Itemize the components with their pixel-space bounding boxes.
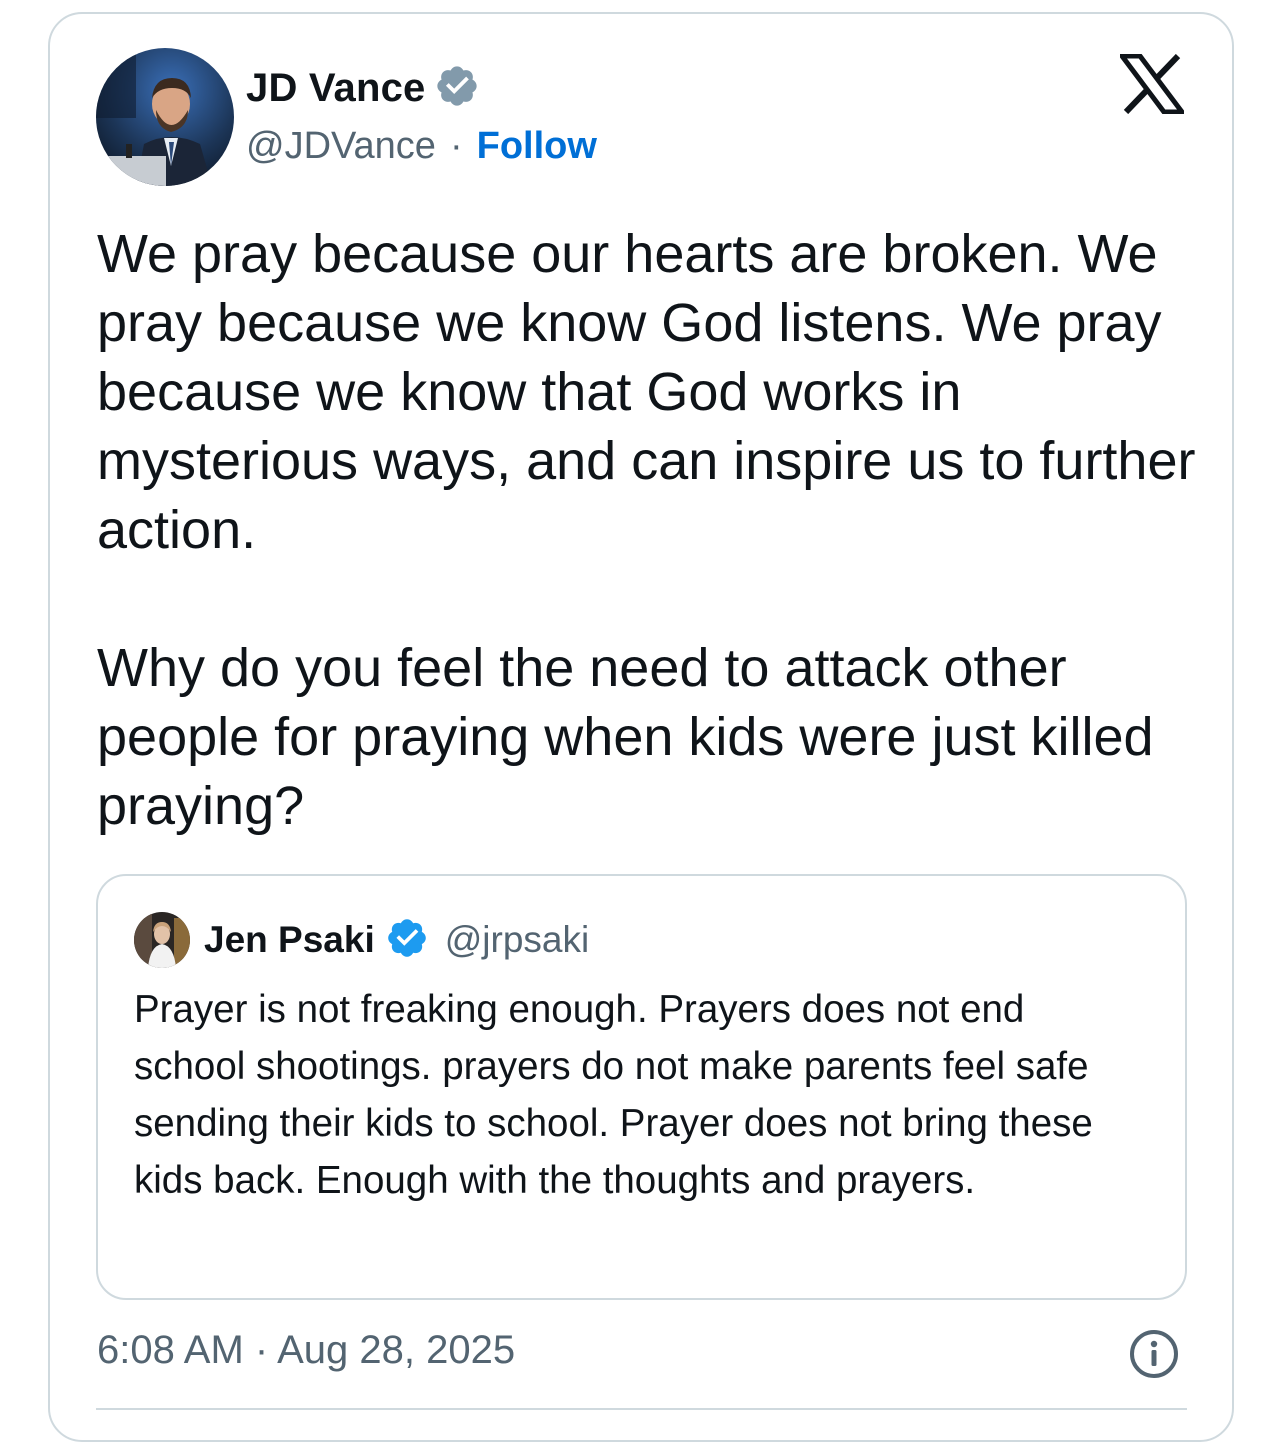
follow-button[interactable]: Follow [477,125,597,168]
verified-badge-icon [434,63,480,114]
quoted-author-handle: @jrpsaki [444,919,590,960]
author-handle-row: @JDVance · Follow [246,122,597,170]
x-logo-icon[interactable] [1117,53,1187,115]
info-icon[interactable] [1128,1328,1180,1380]
quoted-tweet[interactable]: Jen Psaki @jrpsaki Prayer is not freakin… [96,874,1187,1300]
separator-dot: · [449,124,463,167]
tweet-text: We pray because our hearts are broken. W… [97,224,1196,836]
quoted-author-row: Jen Psaki @jrpsaki [204,912,589,968]
tweet-timestamp[interactable]: 6:08 AM · Aug 28, 2025 [97,1324,515,1376]
quoted-author-avatar [134,912,190,968]
author-avatar[interactable] [96,48,234,186]
author-name[interactable]: JD Vance [246,66,426,111]
author-name-row: JD Vance [246,62,480,114]
divider [96,1408,1187,1410]
author-handle[interactable]: @JDVance [246,125,436,168]
verified-badge-icon [385,916,429,965]
quoted-tweet-text: Prayer is not freaking enough. Prayers d… [134,988,1093,1202]
quoted-author-name: Jen Psaki [204,919,375,960]
